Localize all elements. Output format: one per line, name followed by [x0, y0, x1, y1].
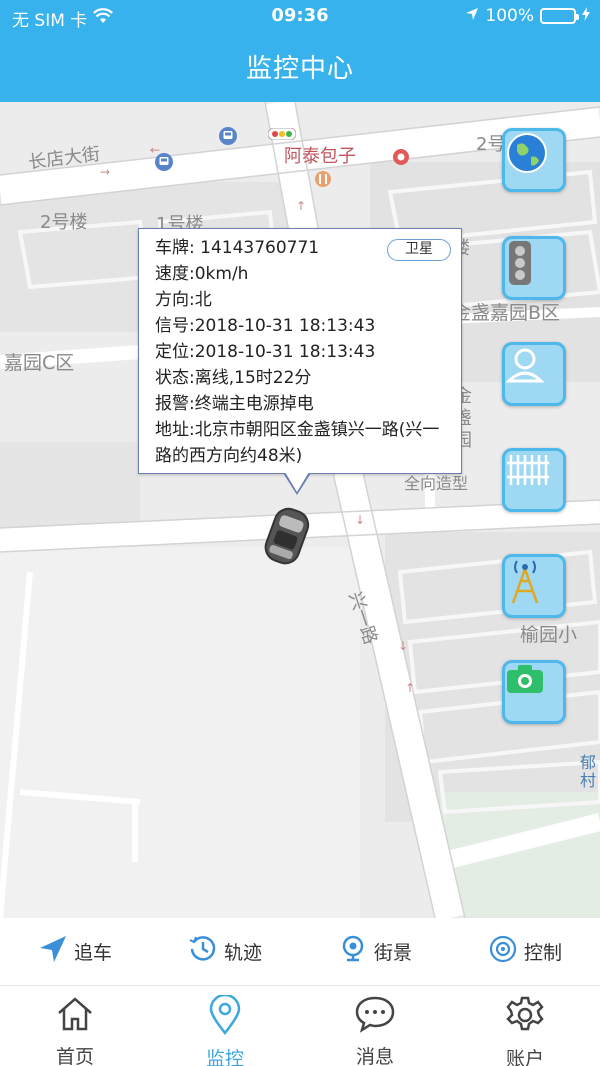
history-clock-icon [188, 934, 218, 969]
svg-text:↑: ↑ [296, 199, 306, 213]
target-icon [488, 934, 518, 969]
status-row: 状态:离线,15时22分 [155, 368, 312, 388]
location-arrow-icon [465, 6, 479, 26]
vehicle-info-popup: 卫星 车牌: 14143760771 速度:0km/h 方向:北 信号:2018… [138, 228, 462, 495]
fence-button[interactable] [502, 448, 566, 512]
control-button[interactable]: 控制 [450, 918, 600, 985]
camera-button[interactable] [502, 660, 566, 724]
person-button[interactable] [502, 342, 566, 406]
svg-text:↓: ↓ [355, 513, 365, 527]
svg-text:↑: ↑ [405, 681, 415, 695]
gear-icon [505, 995, 545, 1040]
battery-icon [540, 8, 579, 24]
map-label-jiayuan-c: 嘉园C区 [4, 352, 75, 374]
streetview-button[interactable]: 街景 [300, 918, 450, 985]
map-label-yuyuan: 榆园小 [520, 624, 578, 646]
address-row: 地址:北京市朝阳区金盏镇兴一路(兴一路的西方向约48米) [155, 420, 440, 466]
tab-home-label: 首页 [55, 1046, 94, 1066]
control-label: 控制 [523, 942, 562, 964]
location-pin-icon [208, 993, 242, 1040]
streetview-label: 街景 [373, 942, 412, 964]
home-icon [55, 995, 95, 1038]
position-time-row: 定位:2018-10-31 18:13:43 [155, 342, 376, 362]
traffic-button[interactable] [502, 236, 566, 300]
svg-text:↓: ↓ [398, 639, 408, 653]
tab-account[interactable]: 账户 [450, 987, 600, 1066]
map-label-building-2-left: 2号楼 [40, 212, 88, 233]
tab-monitor[interactable]: 监控 [150, 987, 300, 1066]
tab-monitor-label: 监控 [205, 1048, 244, 1066]
speed-row: 速度:0km/h [155, 264, 249, 284]
street-view-icon [338, 934, 368, 969]
action-bar: 追车 轨迹 街景 控制 [0, 918, 600, 986]
map-label-ataibaozi: 阿泰包子 [284, 146, 356, 167]
globe-button[interactable] [502, 128, 566, 192]
map-label-yu-cun: 郁 村 [580, 753, 597, 790]
tab-home[interactable]: 首页 [0, 987, 150, 1066]
map-label-jinzhan-b: 金盏嘉园B区 [452, 302, 561, 324]
satellite-badge[interactable]: 卫星 [387, 239, 451, 261]
alarm-row: 报警:终端主电源掉电 [155, 394, 314, 414]
header-bar: 无 SIM 卡 09:36 100% 监控中心 [0, 0, 600, 102]
page-title: 监控中心 [245, 54, 354, 84]
tab-account-label: 账户 [505, 1048, 544, 1066]
chase-button[interactable]: 追车 [0, 918, 150, 985]
chase-label: 追车 [73, 942, 112, 964]
popup-pointer [283, 472, 311, 495]
charging-icon [582, 6, 590, 26]
signal-time-row: 信号:2018-10-31 18:13:43 [155, 316, 376, 336]
chat-bubble-icon [354, 995, 396, 1038]
svg-text:→: → [100, 165, 110, 179]
tower-button[interactable] [502, 554, 566, 618]
battery-percent: 100% [485, 6, 534, 26]
map-view[interactable]: ← → ↑ ↓ ↓ ↑ 长店大街 阿泰包子 2号 2号楼 1号楼 金盏嘉园B区 … [0, 102, 600, 918]
status-bar: 无 SIM 卡 09:36 100% [0, 0, 600, 34]
tab-bar: 首页 监控 消息 账户 [0, 987, 600, 1066]
track-button[interactable]: 轨迹 [150, 918, 300, 985]
tab-messages[interactable]: 消息 [300, 987, 450, 1066]
track-label: 轨迹 [223, 942, 262, 964]
direction-row: 方向:北 [155, 290, 212, 310]
tab-messages-label: 消息 [355, 1046, 394, 1066]
navigation-arrow-icon [38, 934, 68, 969]
